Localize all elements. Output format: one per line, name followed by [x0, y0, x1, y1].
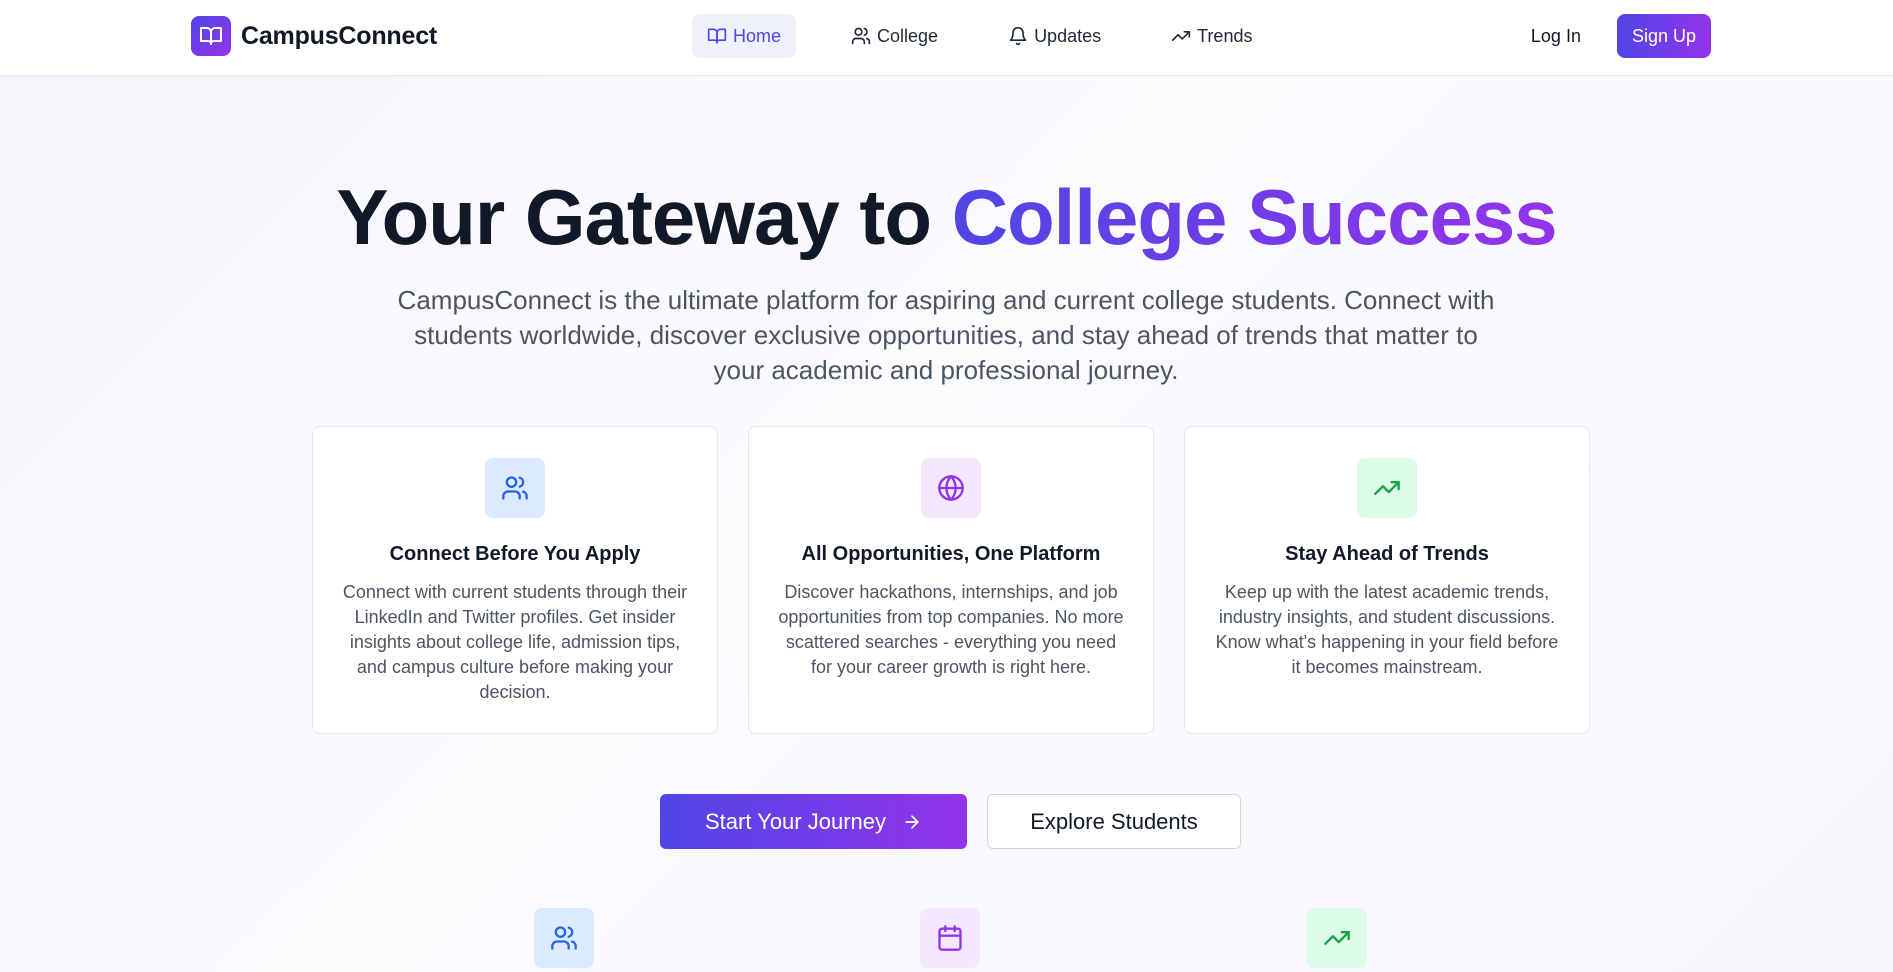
trending-up-icon [1307, 908, 1367, 968]
nav-item-home[interactable]: Home [692, 14, 797, 58]
hero-subtitle: CampusConnect is the ultimate platform f… [397, 285, 1495, 385]
feature-card-title: All Opportunities, One Platform [801, 543, 1101, 565]
feature-card-title: Stay Ahead of Trends [1285, 543, 1489, 565]
start-journey-label: Start Your Journey [704, 808, 886, 834]
auth-actions: Log In Sign Up [1517, 14, 1711, 58]
nav-item-label: College [877, 25, 939, 46]
signup-button[interactable]: Sign Up [1616, 14, 1711, 58]
hero-title-plain: Your Gateway to [336, 173, 952, 261]
nav-item-label: Home [733, 25, 782, 46]
book-open-icon [707, 28, 727, 44]
bell-icon [1009, 26, 1027, 46]
feature-card-text: Keep up with the latest academic trends,… [1215, 582, 1559, 677]
feature-card-opportunities: All Opportunities, One Platform Discover… [748, 426, 1154, 734]
explore-students-button[interactable]: Explore Students [987, 794, 1241, 849]
hero-title: Your Gateway to College Success [0, 172, 1893, 263]
trending-up-icon [1171, 31, 1191, 42]
globe-icon [921, 458, 981, 518]
feature-card-trends: Stay Ahead of Trends Keep up with the la… [1184, 426, 1590, 734]
top-nav-bar: CampusConnect Home College Updates Trend… [0, 0, 1893, 76]
nav-item-label: Updates [1034, 25, 1102, 46]
arrow-right-icon [905, 814, 919, 829]
feature-card-connect: Connect Before You Apply Connect with cu… [312, 426, 718, 734]
nav-item-college[interactable]: College [836, 14, 953, 58]
users-icon [485, 458, 545, 518]
main-nav: Home College Updates Trends [692, 14, 1307, 58]
login-button[interactable]: Log In [1517, 14, 1595, 58]
brand[interactable]: CampusConnect [191, 16, 437, 56]
users-icon [534, 908, 594, 968]
nav-item-updates[interactable]: Updates [993, 14, 1116, 58]
feature-card-text: Discover hackathons, internships, and jo… [778, 582, 1124, 677]
book-open-icon [191, 16, 231, 56]
feature-card-text: Connect with current students through th… [342, 582, 688, 702]
nav-item-trends[interactable]: Trends [1156, 14, 1267, 58]
calendar-icon [920, 908, 980, 968]
brand-name: CampusConnect [241, 21, 438, 50]
nav-item-label: Trends [1197, 25, 1253, 46]
start-journey-button[interactable]: Start Your Journey [660, 794, 967, 849]
users-icon [851, 27, 871, 45]
trending-up-icon [1357, 458, 1417, 518]
feature-card-title: Connect Before You Apply [389, 543, 641, 565]
hero-title-highlight: College Success [951, 173, 1558, 261]
